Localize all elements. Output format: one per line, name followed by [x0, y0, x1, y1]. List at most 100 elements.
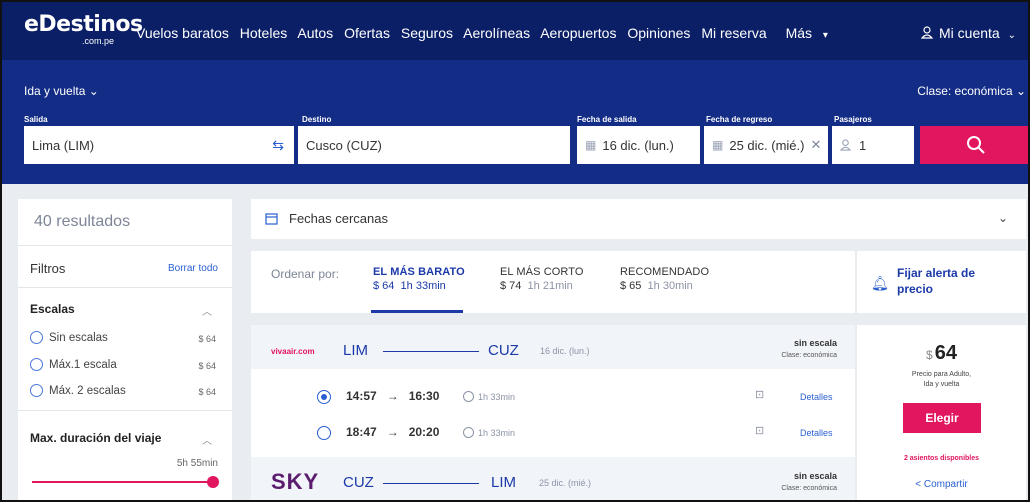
- page-frame: eDestinos .com.pe Vuelos baratos Hoteles…: [0, 0, 1030, 502]
- sort-label: Ordenar por:: [271, 267, 340, 281]
- nav-link-autos[interactable]: Autos: [297, 25, 333, 41]
- flight-option-times: 18:47 → 20:20: [346, 425, 439, 439]
- chevron-up-icon[interactable]: ︿: [202, 303, 212, 318]
- radio-button[interactable]: [30, 384, 43, 397]
- nav-link-aeropuertos[interactable]: Aeropuertos: [540, 25, 616, 41]
- cabin-class-label: Clase: económica: [917, 84, 1013, 98]
- inbound-cabin: Clase: económica: [781, 485, 837, 492]
- seats-available: 2 asientos disponibles: [903, 455, 980, 462]
- outbound-cabin: Clase: económica: [781, 352, 837, 359]
- choose-button[interactable]: Elegir: [903, 403, 981, 433]
- duration-slider-handle[interactable]: [207, 476, 219, 488]
- chevron-down-icon: ⌄: [997, 211, 1008, 225]
- filters-title: Filtros: [30, 261, 66, 276]
- chevron-down-icon: ⌄: [1015, 84, 1026, 98]
- return-date-field[interactable]: ▦ 25 dic. (mié.) ✕: [704, 126, 828, 164]
- cabin-class-select[interactable]: Clase: económica ⌄: [917, 84, 1026, 98]
- top-nav: eDestinos .com.pe Vuelos baratos Hoteles…: [2, 2, 1028, 60]
- swap-icon[interactable]: ⇆: [272, 137, 284, 154]
- trip-type-select[interactable]: Ida y vuelta ⌄: [24, 84, 99, 98]
- clock-icon: [463, 427, 474, 438]
- nav-link-aerolineas[interactable]: Aerolíneas: [463, 25, 530, 41]
- currency-symbol: $: [926, 348, 933, 362]
- clear-icon[interactable]: ✕: [810, 137, 821, 153]
- search-button[interactable]: [920, 126, 1028, 164]
- sort-option-time: 1h 21min: [527, 280, 573, 292]
- passengers-field[interactable]: 1: [832, 126, 914, 164]
- flight-details-link[interactable]: Detalles: [800, 428, 833, 438]
- return-label: Fecha de regreso: [706, 115, 773, 124]
- depart-date-field[interactable]: ▦ 16 dic. (lun.): [577, 126, 700, 164]
- chevron-down-icon: ▾: [822, 30, 828, 41]
- logo[interactable]: eDestinos .com.pe: [24, 12, 143, 46]
- nav-more-menu[interactable]: Más ▾: [786, 25, 835, 41]
- nav-link-hoteles[interactable]: Hoteles: [240, 25, 287, 41]
- price-alert-button[interactable]: 🔔︎ Fijar alerta de precio: [857, 251, 1026, 313]
- chevron-down-icon: ⌄: [1007, 30, 1016, 41]
- option-label: Sin escalas: [49, 331, 108, 344]
- outbound-destination-code: CUZ: [488, 342, 519, 359]
- inbound-origin-code: CUZ: [343, 474, 374, 491]
- share-link[interactable]: < Compartir: [857, 479, 1026, 490]
- bell-icon: 🔔︎: [871, 275, 889, 291]
- duration-slider-track[interactable]: [32, 481, 216, 483]
- passengers-value: 1: [859, 137, 867, 153]
- price-panel: $64 Precio para Adulto, Ida y vuelta Eleg…: [857, 325, 1026, 500]
- flight-option-radio[interactable]: [317, 390, 331, 404]
- price-note-line: Ida y vuelta: [923, 381, 960, 388]
- stops-filter-title: Escalas: [30, 302, 75, 316]
- sort-option-title: RECOMENDADO: [620, 266, 710, 278]
- sort-option-recommended[interactable]: RECOMENDADO $ 65 1h 30min: [620, 266, 709, 292]
- flight-details-link[interactable]: Detalles: [800, 392, 833, 402]
- flight-duration-value: 1h 33min: [478, 428, 516, 438]
- origin-value: Lima (LIM): [32, 137, 95, 153]
- depart-time: 18:47: [346, 425, 377, 439]
- account-label: Mi cuenta: [939, 25, 1000, 41]
- nav-link-ofertas[interactable]: Ofertas: [344, 25, 390, 41]
- nav-link-mi-reserva[interactable]: Mi reserva: [701, 25, 766, 41]
- price-note-line: Precio para Adulto,: [911, 371, 972, 378]
- price-total: $64: [857, 342, 1026, 365]
- duration-value: 5h 55min: [176, 458, 218, 469]
- share-icon: <: [915, 479, 922, 490]
- calendar-icon: ▦: [712, 138, 724, 152]
- route-line: [383, 483, 479, 484]
- nearby-dates-bar[interactable]: Fechas cercanas ⌄: [251, 199, 1026, 239]
- chevron-up-icon[interactable]: ︿: [202, 432, 212, 447]
- stops-option-max1[interactable]: Máx.1 escala: [30, 358, 117, 371]
- stops-option-nonstop[interactable]: Sin escalas: [30, 331, 108, 344]
- stops-option-max2[interactable]: Máx. 2 escalas: [30, 384, 126, 397]
- results-count: 40 resultados: [34, 213, 131, 230]
- origin-field[interactable]: Lima (LIM) ⇆: [24, 126, 294, 164]
- nav-link-seguros[interactable]: Seguros: [401, 25, 453, 41]
- inbound-date: 25 dic. (mié.): [539, 478, 592, 488]
- sort-option-shortest[interactable]: EL MÁS CORTO $ 74 1h 21min: [500, 266, 584, 292]
- destination-label: Destino: [302, 115, 332, 124]
- trip-type-label: Ida y vuelta: [24, 84, 86, 98]
- sort-option-cheapest[interactable]: EL MÁS BARATO $ 64 1h 33min: [373, 266, 465, 292]
- nav-link-vuelos[interactable]: Vuelos baratos: [136, 25, 229, 41]
- clock-icon: [463, 391, 474, 402]
- baggage-icon: ⊡: [755, 389, 765, 401]
- clear-filters-link[interactable]: Borrar todo: [168, 263, 218, 274]
- flight-duration: 1h 33min: [463, 427, 515, 438]
- search-band: Ida y vuelta ⌄ Clase: económica ⌄ Salida…: [2, 60, 1028, 184]
- option-label: Máx.1 escala: [49, 358, 117, 371]
- route-line: [383, 351, 479, 352]
- sort-option-title: EL MÁS CORTO: [500, 266, 584, 278]
- flight-option-radio[interactable]: [317, 426, 331, 440]
- depart-date-value: 16 dic. (lun.): [602, 137, 674, 153]
- price-note: Precio para Adulto, Ida y vuelta: [857, 370, 1026, 390]
- outbound-origin-code: LIM: [343, 342, 369, 359]
- flight-duration: 1h 33min: [463, 391, 515, 402]
- nav-link-opiniones[interactable]: Opiniones: [627, 25, 690, 41]
- radio-button[interactable]: [30, 331, 43, 344]
- filters-sidebar: 40 resultados Filtros Borrar todo Escala…: [18, 199, 232, 500]
- option-price: $ 64: [198, 334, 216, 344]
- account-menu[interactable]: Mi cuenta ⌄: [920, 25, 1016, 41]
- destination-field[interactable]: Cusco (CUZ): [298, 126, 570, 164]
- depart-time: 14:57: [346, 389, 377, 403]
- return-date-value: 25 dic. (mié.): [729, 137, 805, 153]
- radio-button[interactable]: [30, 358, 43, 371]
- price-value: 64: [934, 342, 957, 364]
